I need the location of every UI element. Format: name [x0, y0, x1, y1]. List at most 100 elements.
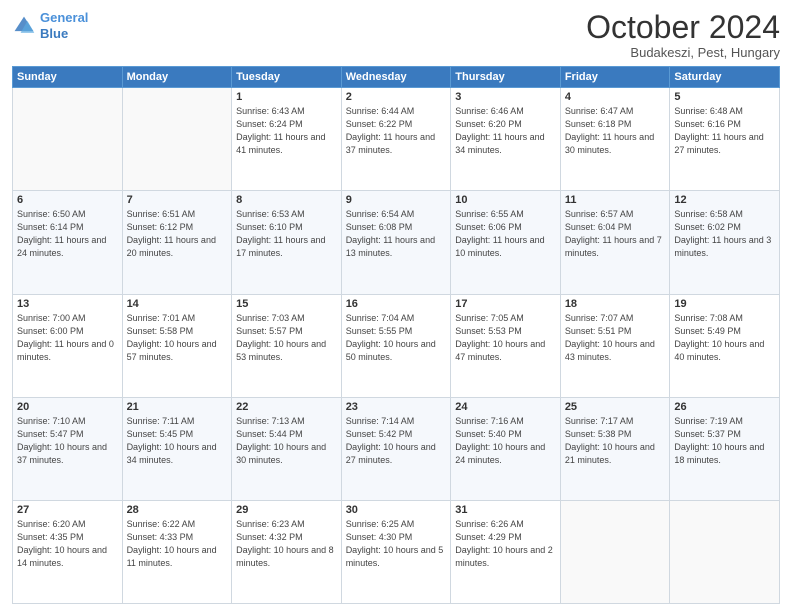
day-number: 13 [17, 298, 118, 310]
week-row-2: 6 Sunrise: 6:50 AM Sunset: 6:14 PM Daylig… [13, 191, 780, 294]
day-info: Sunrise: 7:07 AM Sunset: 5:51 PM Dayligh… [565, 312, 666, 364]
calendar-cell: 15Sunrise: 7:03 AM Sunset: 5:57 PM Dayli… [232, 294, 342, 397]
day-info: Sunrise: 7:04 AM Sunset: 5:55 PM Dayligh… [346, 312, 447, 364]
header: General Blue October 2024 Budakeszi, Pes… [12, 10, 780, 60]
day-number: 16 [346, 298, 447, 310]
day-number: 20 [17, 401, 118, 413]
day-info: Sunrise: 6:51 AM Sunset: 6:12 PM Dayligh… [127, 208, 228, 260]
day-info: Sunrise: 7:16 AM Sunset: 5:40 PM Dayligh… [455, 415, 556, 467]
day-number: 14 [127, 298, 228, 310]
day-number: 28 [127, 504, 228, 516]
calendar-cell: 5 Sunrise: 6:48 AM Sunset: 6:16 PM Daylig… [670, 88, 780, 191]
day-number: 11 [565, 194, 666, 206]
weekday-header-row: SundayMondayTuesdayWednesdayThursdayFrid… [13, 67, 780, 88]
calendar-cell: 22 Sunrise: 7:13 AM Sunset: 5:44 PM Dayli… [232, 397, 342, 500]
calendar-cell: 18 Sunrise: 7:07 AM Sunset: 5:51 PM Dayli… [560, 294, 670, 397]
week-row-4: 20Sunrise: 7:10 AM Sunset: 5:47 PM Dayli… [13, 397, 780, 500]
calendar-cell: 7 Sunrise: 6:51 AM Sunset: 6:12 PM Daylig… [122, 191, 232, 294]
day-info: Sunrise: 6:23 AM Sunset: 4:32 PM Dayligh… [236, 518, 337, 570]
weekday-header-friday: Friday [560, 67, 670, 88]
location-subtitle: Budakeszi, Pest, Hungary [586, 45, 780, 60]
month-title: October 2024 [586, 10, 780, 45]
calendar-cell: 16 Sunrise: 7:04 AM Sunset: 5:55 PM Dayli… [341, 294, 451, 397]
day-number: 2 [346, 91, 447, 103]
calendar-cell: 29 Sunrise: 6:23 AM Sunset: 4:32 PM Dayli… [232, 500, 342, 603]
day-info: Sunrise: 6:20 AM Sunset: 4:35 PM Dayligh… [17, 518, 118, 570]
title-block: October 2024 Budakeszi, Pest, Hungary [586, 10, 780, 60]
week-row-1: 1Sunrise: 6:43 AM Sunset: 6:24 PM Daylig… [13, 88, 780, 191]
day-number: 17 [455, 298, 556, 310]
day-info: Sunrise: 6:25 AM Sunset: 4:30 PM Dayligh… [346, 518, 447, 570]
calendar-cell: 12Sunrise: 6:58 AM Sunset: 6:02 PM Dayli… [670, 191, 780, 294]
day-info: Sunrise: 6:53 AM Sunset: 6:10 PM Dayligh… [236, 208, 337, 260]
day-number: 22 [236, 401, 337, 413]
calendar-cell: 28 Sunrise: 6:22 AM Sunset: 4:33 PM Dayli… [122, 500, 232, 603]
calendar-cell: 31 Sunrise: 6:26 AM Sunset: 4:29 PM Dayli… [451, 500, 561, 603]
day-number: 31 [455, 504, 556, 516]
calendar-cell: 8 Sunrise: 6:53 AM Sunset: 6:10 PM Daylig… [232, 191, 342, 294]
calendar-cell: 26Sunrise: 7:19 AM Sunset: 5:37 PM Dayli… [670, 397, 780, 500]
calendar-cell: 24 Sunrise: 7:16 AM Sunset: 5:40 PM Dayli… [451, 397, 561, 500]
weekday-header-saturday: Saturday [670, 67, 780, 88]
day-number: 24 [455, 401, 556, 413]
day-info: Sunrise: 7:03 AM Sunset: 5:57 PM Dayligh… [236, 312, 337, 364]
day-info: Sunrise: 7:13 AM Sunset: 5:44 PM Dayligh… [236, 415, 337, 467]
calendar-cell: 21Sunrise: 7:11 AM Sunset: 5:45 PM Dayli… [122, 397, 232, 500]
logo-text: General Blue [40, 10, 88, 41]
day-number: 7 [127, 194, 228, 206]
day-info: Sunrise: 7:17 AM Sunset: 5:38 PM Dayligh… [565, 415, 666, 467]
calendar-cell: 30Sunrise: 6:25 AM Sunset: 4:30 PM Dayli… [341, 500, 451, 603]
weekday-header-sunday: Sunday [13, 67, 123, 88]
day-number: 3 [455, 91, 556, 103]
day-number: 21 [127, 401, 228, 413]
day-info: Sunrise: 7:08 AM Sunset: 5:49 PM Dayligh… [674, 312, 775, 364]
day-number: 1 [236, 91, 337, 103]
calendar-cell: 6 Sunrise: 6:50 AM Sunset: 6:14 PM Daylig… [13, 191, 123, 294]
day-info: Sunrise: 6:50 AM Sunset: 6:14 PM Dayligh… [17, 208, 118, 260]
day-info: Sunrise: 6:22 AM Sunset: 4:33 PM Dayligh… [127, 518, 228, 570]
weekday-header-thursday: Thursday [451, 67, 561, 88]
day-number: 8 [236, 194, 337, 206]
day-info: Sunrise: 6:57 AM Sunset: 6:04 PM Dayligh… [565, 208, 666, 260]
weekday-header-tuesday: Tuesday [232, 67, 342, 88]
day-info: Sunrise: 7:00 AM Sunset: 6:00 PM Dayligh… [17, 312, 118, 364]
day-info: Sunrise: 6:26 AM Sunset: 4:29 PM Dayligh… [455, 518, 556, 570]
calendar-cell: 10 Sunrise: 6:55 AM Sunset: 6:06 PM Dayli… [451, 191, 561, 294]
day-number: 10 [455, 194, 556, 206]
calendar-cell: 4 Sunrise: 6:47 AM Sunset: 6:18 PM Daylig… [560, 88, 670, 191]
day-info: Sunrise: 6:47 AM Sunset: 6:18 PM Dayligh… [565, 105, 666, 157]
day-info: Sunrise: 6:54 AM Sunset: 6:08 PM Dayligh… [346, 208, 447, 260]
calendar-table: SundayMondayTuesdayWednesdayThursdayFrid… [12, 66, 780, 604]
day-number: 18 [565, 298, 666, 310]
calendar-cell: 17Sunrise: 7:05 AM Sunset: 5:53 PM Dayli… [451, 294, 561, 397]
day-info: Sunrise: 6:55 AM Sunset: 6:06 PM Dayligh… [455, 208, 556, 260]
day-number: 9 [346, 194, 447, 206]
calendar-cell: 14 Sunrise: 7:01 AM Sunset: 5:58 PM Dayli… [122, 294, 232, 397]
calendar-cell: 20Sunrise: 7:10 AM Sunset: 5:47 PM Dayli… [13, 397, 123, 500]
day-info: Sunrise: 6:48 AM Sunset: 6:16 PM Dayligh… [674, 105, 775, 157]
calendar-cell [670, 500, 780, 603]
calendar-cell [560, 500, 670, 603]
day-number: 6 [17, 194, 118, 206]
day-number: 29 [236, 504, 337, 516]
calendar-cell: 2Sunrise: 6:44 AM Sunset: 6:22 PM Daylig… [341, 88, 451, 191]
logo-icon [12, 14, 36, 38]
weekday-header-wednesday: Wednesday [341, 67, 451, 88]
day-number: 27 [17, 504, 118, 516]
calendar-cell: 23Sunrise: 7:14 AM Sunset: 5:42 PM Dayli… [341, 397, 451, 500]
day-number: 4 [565, 91, 666, 103]
calendar-cell: 19 Sunrise: 7:08 AM Sunset: 5:49 PM Dayli… [670, 294, 780, 397]
day-number: 5 [674, 91, 775, 103]
calendar-cell: 27 Sunrise: 6:20 AM Sunset: 4:35 PM Dayli… [13, 500, 123, 603]
day-number: 23 [346, 401, 447, 413]
week-row-3: 13 Sunrise: 7:00 AM Sunset: 6:00 PM Dayli… [13, 294, 780, 397]
day-number: 25 [565, 401, 666, 413]
logo: General Blue [12, 10, 88, 41]
day-info: Sunrise: 7:01 AM Sunset: 5:58 PM Dayligh… [127, 312, 228, 364]
calendar-cell: 3Sunrise: 6:46 AM Sunset: 6:20 PM Daylig… [451, 88, 561, 191]
calendar-cell: 11 Sunrise: 6:57 AM Sunset: 6:04 PM Dayli… [560, 191, 670, 294]
day-info: Sunrise: 6:58 AM Sunset: 6:02 PM Dayligh… [674, 208, 775, 260]
page-container: General Blue October 2024 Budakeszi, Pes… [0, 0, 792, 612]
day-number: 19 [674, 298, 775, 310]
week-row-5: 27 Sunrise: 6:20 AM Sunset: 4:35 PM Dayli… [13, 500, 780, 603]
